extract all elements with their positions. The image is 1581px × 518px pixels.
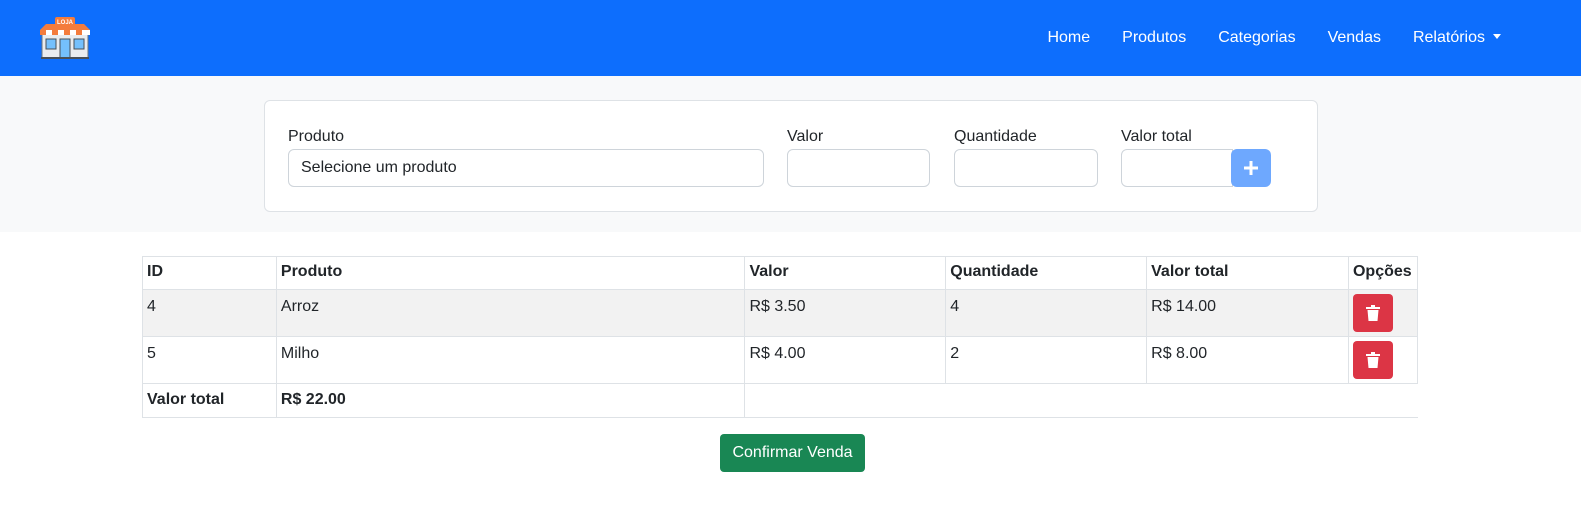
table-row: 5 Milho R$ 4.00 2 R$ 8.00 [142,336,1419,384]
cell-quantidade: 4 [945,289,1148,337]
cell-valor-total: R$ 8.00 [1146,336,1349,384]
produto-select[interactable]: Selecione um produto [288,149,764,187]
cell-produto: Milho [275,336,746,384]
valor-label: Valor [787,128,824,145]
cell-valor: R$ 4.00 [744,336,947,384]
delete-button[interactable] [1352,341,1393,379]
table-row: 4 Arroz R$ 3.50 4 R$ 14.00 [142,289,1419,337]
nav-relatorios-dropdown[interactable]: Relatórios [1397,29,1517,47]
valor-total-input[interactable] [1121,149,1233,187]
nav-relatorios-label: Relatórios [1412,29,1485,46]
total-value: R$ 22.00 [275,383,746,418]
header-opcoes: Opções [1347,256,1419,290]
header-quantidade: Quantidade [945,256,1148,290]
table-total-row: Valor total R$ 22.00 [142,383,1418,418]
store-logo-icon[interactable]: LOJA [38,16,92,60]
plus-icon [1244,161,1258,175]
nav-links: Home Produtos Categorias Vendas Relatóri… [1031,0,1517,76]
cell-opcoes [1347,336,1419,384]
nav-produtos[interactable]: Produtos [1106,29,1202,47]
cell-valor-total: R$ 14.00 [1146,289,1349,337]
nav-vendas[interactable]: Vendas [1312,29,1397,47]
total-label: Valor total [142,383,277,418]
header-valor-total: Valor total [1146,256,1349,290]
add-item-button[interactable] [1231,149,1271,187]
quantidade-label: Quantidade [954,128,1037,145]
cell-produto: Arroz [275,289,746,337]
produto-label: Produto [288,128,345,145]
sale-form-card: Produto Selecione um produto Valor Quant… [264,100,1318,212]
cell-valor: R$ 3.50 [744,289,947,337]
navbar: LOJA Home Produtos Categorias Vendas Rel… [0,0,1581,76]
confirm-sale-button[interactable]: Confirmar Venda [720,434,865,472]
valor-total-label: Valor total [1121,128,1192,145]
nav-categorias[interactable]: Categorias [1202,29,1311,47]
quantidade-input[interactable] [954,149,1098,187]
sale-items-table: ID Produto Valor Quantidade Valor total … [142,256,1419,418]
caret-down-icon [1493,34,1501,39]
nav-home[interactable]: Home [1031,29,1106,47]
valor-input[interactable] [787,149,930,187]
trash-icon [1365,305,1380,321]
cell-id: 5 [142,336,277,384]
header-id: ID [142,256,277,290]
cell-id: 4 [142,289,277,337]
trash-icon [1365,352,1380,368]
logo-text: LOJA [57,20,74,26]
total-spacer [744,383,1418,418]
sale-form-band: Produto Selecione um produto Valor Quant… [0,76,1581,232]
header-valor: Valor [744,256,947,290]
table-header-row: ID Produto Valor Quantidade Valor total … [142,256,1419,290]
cell-quantidade: 2 [945,336,1148,384]
delete-button[interactable] [1352,294,1393,332]
header-produto: Produto [275,256,746,290]
cell-opcoes [1347,289,1419,337]
